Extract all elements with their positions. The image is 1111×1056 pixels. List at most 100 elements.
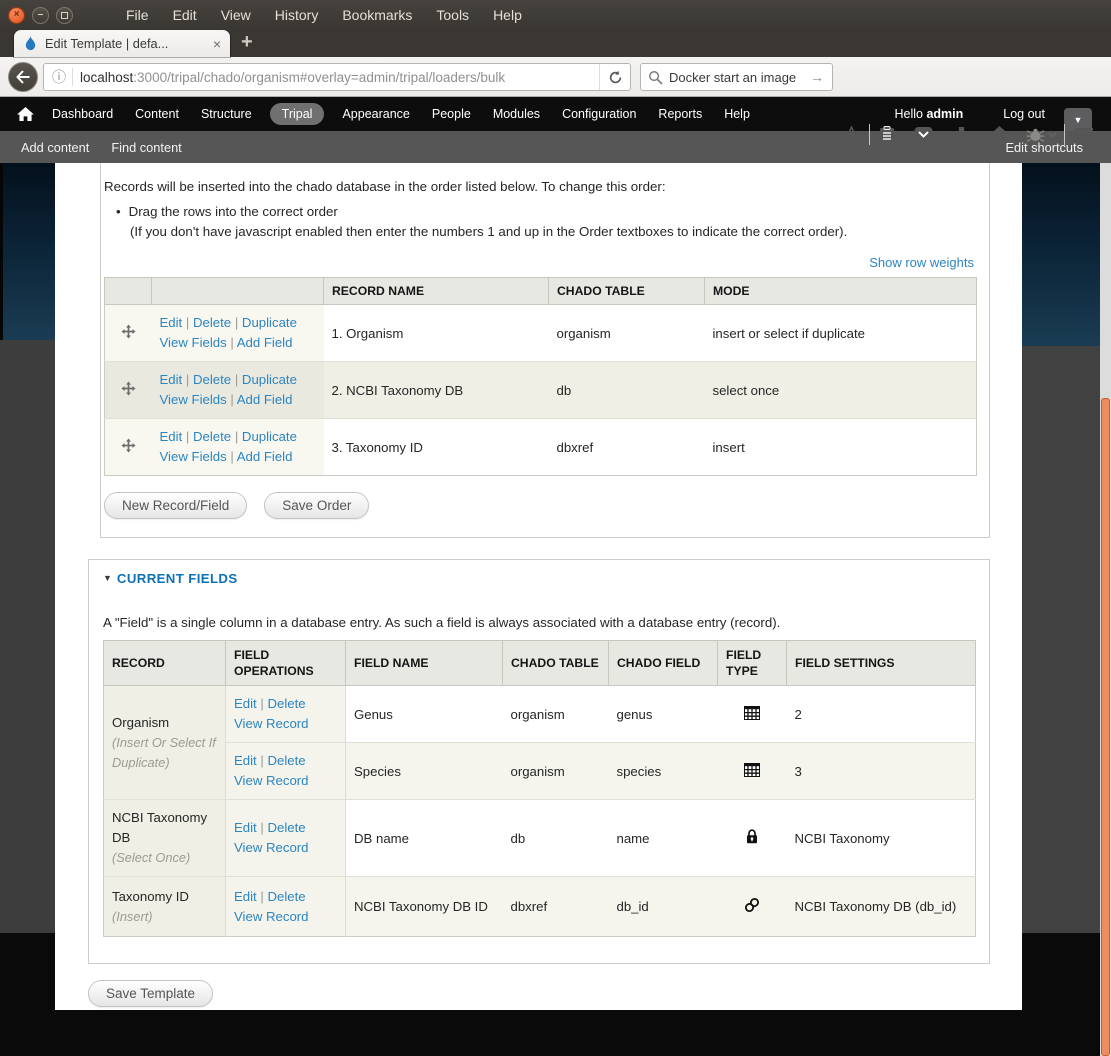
view-record-link[interactable]: View Record xyxy=(234,716,309,731)
active-tab[interactable]: Edit Template | defa... × xyxy=(14,30,230,57)
new-record-field-button[interactable]: New Record/Field xyxy=(104,492,247,519)
chado-table-header: CHADO TABLE xyxy=(503,641,609,686)
logout-link[interactable]: Log out xyxy=(1003,107,1045,121)
javascript-note: (If you don't have javascript enabled th… xyxy=(116,222,986,242)
field-operations-cell: Edit | Delete View Record xyxy=(226,686,346,743)
current-fields-legend[interactable]: CURRENT FIELDS xyxy=(117,571,238,586)
table-row: Edit | Delete | Duplicate View Fields | … xyxy=(105,419,977,476)
view-fields-link[interactable]: View Fields xyxy=(160,392,227,407)
edit-link[interactable]: Edit xyxy=(234,696,257,711)
new-tab-button[interactable]: + xyxy=(241,31,253,54)
view-record-link[interactable]: View Record xyxy=(234,840,309,855)
admin-item-help[interactable]: Help xyxy=(720,103,754,125)
menu-view[interactable]: View xyxy=(216,5,256,25)
search-input[interactable]: Docker start an image → xyxy=(640,63,833,91)
window-controls: × – xyxy=(8,7,73,24)
view-fields-link[interactable]: View Fields xyxy=(160,335,227,350)
fields-table-header-row: RECORD FIELD OPERATIONS FIELD NAME CHADO… xyxy=(104,641,976,686)
table-row: Edit | Delete View Record Species organi… xyxy=(104,743,976,800)
edit-link[interactable]: Edit xyxy=(160,372,183,387)
duplicate-link[interactable]: Duplicate xyxy=(242,372,297,387)
window-maximize-button[interactable] xyxy=(56,7,73,24)
delete-link[interactable]: Delete xyxy=(268,753,306,768)
menu-file[interactable]: File xyxy=(121,5,154,25)
admin-item-people[interactable]: People xyxy=(428,103,475,125)
menu-tools[interactable]: Tools xyxy=(431,5,474,25)
search-go-icon[interactable]: → xyxy=(810,69,824,85)
hamburger-menu-icon[interactable] xyxy=(1073,125,1095,144)
drag-handle-icon[interactable] xyxy=(121,324,136,339)
admin-item-structure[interactable]: Structure xyxy=(197,103,256,125)
admin-item-tripal[interactable]: Tripal xyxy=(270,103,325,125)
find-content-link[interactable]: Find content xyxy=(111,140,181,155)
admin-item-content[interactable]: Content xyxy=(131,103,183,125)
back-button[interactable] xyxy=(8,62,38,92)
bookmark-star-icon[interactable] xyxy=(840,125,862,144)
delete-link[interactable]: Delete xyxy=(193,429,231,444)
window-close-button[interactable]: × xyxy=(8,7,25,24)
edit-link[interactable]: Edit xyxy=(234,820,257,835)
drag-instruction: Drag the rows into the correct order xyxy=(129,204,338,219)
reload-button[interactable] xyxy=(599,64,630,90)
url-path: :3000/tripal/chado/organism#overlay=admi… xyxy=(133,70,505,85)
admin-item-configuration[interactable]: Configuration xyxy=(558,103,640,125)
edit-link[interactable]: Edit xyxy=(234,889,257,904)
duplicate-link[interactable]: Duplicate xyxy=(242,429,297,444)
hello-user-label: Hello admin xyxy=(894,107,963,121)
home-icon[interactable] xyxy=(988,125,1010,144)
tab-close-icon[interactable]: × xyxy=(213,37,221,51)
admin-item-modules[interactable]: Modules xyxy=(489,103,544,125)
view-fields-link[interactable]: View Fields xyxy=(160,449,227,464)
pipe-separator: | xyxy=(235,372,238,387)
menu-edit[interactable]: Edit xyxy=(168,5,202,25)
admin-home-icon[interactable] xyxy=(17,107,34,121)
delete-link[interactable]: Delete xyxy=(193,372,231,387)
pipe-separator: | xyxy=(235,315,238,330)
record-name-cell: 2. NCBI Taxonomy DB xyxy=(324,362,549,419)
url-input[interactable]: ⓘ localhost:3000/tripal/chado/organism#o… xyxy=(43,63,631,91)
chevron-down-icon[interactable] xyxy=(1045,125,1059,144)
save-template-button[interactable]: Save Template xyxy=(88,980,213,1007)
window-minimize-button[interactable]: – xyxy=(32,7,49,24)
delete-link[interactable]: Delete xyxy=(268,889,306,904)
add-field-link[interactable]: Add Field xyxy=(237,449,293,464)
drag-handle-icon[interactable] xyxy=(121,381,136,396)
url-host: localhost xyxy=(80,70,133,85)
delete-link[interactable]: Delete xyxy=(268,696,306,711)
view-record-link[interactable]: View Record xyxy=(234,909,309,924)
record-mode-note: (Insert Or Select If Duplicate) xyxy=(112,733,217,773)
admin-item-reports[interactable]: Reports xyxy=(654,103,706,125)
edit-link[interactable]: Edit xyxy=(234,753,257,768)
add-field-link[interactable]: Add Field xyxy=(237,335,293,350)
show-row-weights-link[interactable]: Show row weights xyxy=(869,255,974,270)
drag-handle-icon[interactable] xyxy=(121,438,136,453)
delete-link[interactable]: Delete xyxy=(193,315,231,330)
add-field-link[interactable]: Add Field xyxy=(237,392,293,407)
menubar-items: File Edit View History Bookmarks Tools H… xyxy=(121,5,527,25)
scrollbar-track[interactable] xyxy=(1100,163,1111,1056)
duplicate-link[interactable]: Duplicate xyxy=(242,315,297,330)
view-record-link[interactable]: View Record xyxy=(234,773,309,788)
extension-icon[interactable] xyxy=(1024,125,1046,144)
menu-history[interactable]: History xyxy=(270,5,324,25)
maximize-icon xyxy=(61,12,68,19)
menu-help[interactable]: Help xyxy=(488,5,527,25)
edit-link[interactable]: Edit xyxy=(160,429,183,444)
chain-link-icon xyxy=(744,897,760,913)
edit-link[interactable]: Edit xyxy=(160,315,183,330)
admin-user-area: Hello admin Log out xyxy=(894,107,1045,121)
pocket-icon[interactable] xyxy=(912,125,934,144)
bookmarks-panel-icon[interactable] xyxy=(876,125,898,144)
scrollbar-thumb[interactable] xyxy=(1101,398,1110,1056)
delete-link[interactable]: Delete xyxy=(268,820,306,835)
system-menubar: × – File Edit View History Bookmarks Too… xyxy=(0,0,1111,30)
save-order-button[interactable]: Save Order xyxy=(264,492,369,519)
download-icon[interactable] xyxy=(950,125,972,144)
table-row: Edit | Delete | Duplicate View Fields | … xyxy=(105,362,977,419)
add-content-link[interactable]: Add content xyxy=(21,140,89,155)
admin-item-dashboard[interactable]: Dashboard xyxy=(48,103,117,125)
chado-table-cell: db xyxy=(549,362,705,419)
site-info-icon[interactable]: ⓘ xyxy=(52,67,66,87)
admin-item-appearance[interactable]: Appearance xyxy=(338,103,413,125)
menu-bookmarks[interactable]: Bookmarks xyxy=(337,5,417,25)
